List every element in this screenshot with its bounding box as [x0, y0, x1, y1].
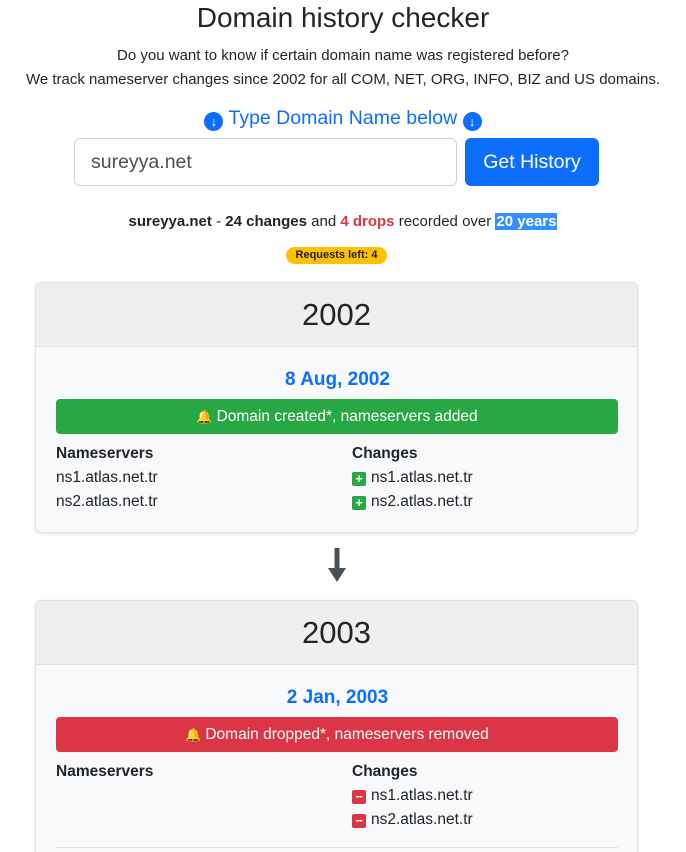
event-text: Domain dropped*, nameservers removed	[205, 726, 489, 743]
event-banner: 🔔 Domain dropped*, nameservers removed	[56, 717, 618, 752]
intro-line-2: We track nameserver changes since 2002 f…	[25, 71, 661, 88]
summary-years: 20 years	[495, 213, 558, 230]
nameserver-item: ns2.atlas.net.tr	[56, 493, 158, 510]
summary-changes: 24 changes	[225, 213, 307, 230]
change-value: ns2.atlas.net.tr	[371, 493, 473, 510]
summary-recorded: recorded over	[394, 213, 496, 230]
arrow-down-circle-icon: ↓	[204, 112, 224, 131]
section-divider	[56, 847, 618, 848]
bell-icon: 🔔	[196, 409, 213, 424]
nameserver-item: ns1.atlas.net.tr	[56, 469, 158, 486]
event-date: 2 Jan, 2003	[286, 687, 389, 708]
changes-column-header: Changes	[352, 445, 418, 462]
change-item: + ns2.atlas.net.tr	[352, 493, 473, 511]
page-title: Domain history checker	[196, 2, 490, 33]
history-summary: sureyya.net - 24 changes and 4 drops rec…	[0, 213, 686, 230]
search-prompt: ↓ Type Domain Name below ↓	[0, 107, 686, 131]
arrow-down-circle-icon: ↓	[462, 112, 482, 131]
nameservers-column-header: Nameservers	[56, 445, 154, 462]
change-item: − ns2.atlas.net.tr	[352, 811, 473, 829]
plus-square-icon: +	[352, 472, 366, 486]
change-item: − ns1.atlas.net.tr	[352, 787, 473, 805]
plus-square-icon: +	[352, 496, 366, 510]
event-text: Domain created*, nameservers added	[216, 408, 478, 425]
summary-and: and	[306, 213, 341, 230]
change-value: ns1.atlas.net.tr	[371, 469, 473, 486]
bell-icon: 🔔	[185, 727, 202, 742]
card-year-header: 2003	[36, 601, 637, 665]
search-prompt-label: Type Domain Name below	[228, 107, 458, 129]
intro-line-1: Do you want to know if certain domain na…	[117, 47, 569, 64]
requests-left-badge: Requests left: 4	[286, 247, 387, 264]
nameservers-column-header: Nameservers	[56, 763, 154, 780]
summary-drops: 4 drops	[340, 213, 395, 230]
change-value: ns2.atlas.net.tr	[371, 811, 473, 828]
timeline-card-2003: 2003 2 Jan, 2003 🔔 Domain dropped*, names…	[35, 600, 638, 852]
domain-search-input[interactable]	[74, 138, 457, 186]
change-value: ns1.atlas.net.tr	[371, 787, 473, 804]
minus-square-icon: −	[352, 814, 366, 828]
minus-square-icon: −	[352, 790, 366, 804]
arrow-down-icon	[328, 548, 346, 582]
timeline-card-2002: 2002 8 Aug, 2002 🔔 Domain created*, names…	[35, 282, 638, 533]
event-banner: 🔔 Domain created*, nameservers added	[56, 399, 618, 434]
event-date: 8 Aug, 2002	[285, 369, 390, 390]
summary-domain: sureyya.net	[128, 213, 212, 230]
change-item: + ns1.atlas.net.tr	[352, 469, 473, 487]
changes-column-header: Changes	[352, 763, 418, 780]
get-history-button[interactable]: Get History	[465, 138, 599, 186]
intro-text: Do you want to know if certain domain na…	[0, 44, 686, 92]
card-year-header: 2002	[36, 283, 637, 347]
summary-sep: -	[211, 213, 226, 230]
